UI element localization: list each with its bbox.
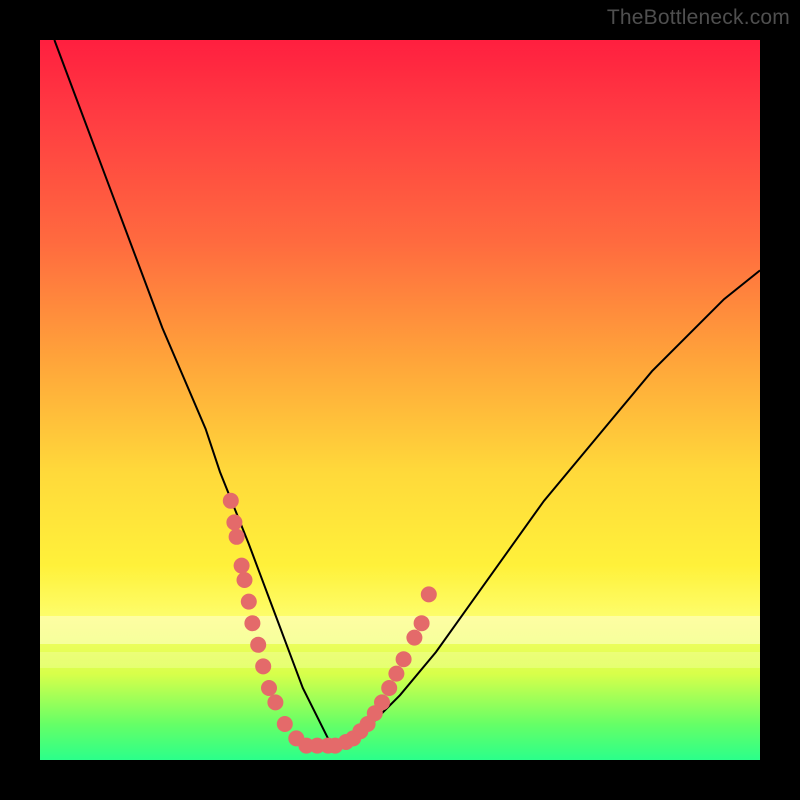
bead-marker bbox=[414, 615, 430, 631]
bead-marker bbox=[277, 716, 293, 732]
bead-marker bbox=[388, 666, 404, 682]
bead-marker bbox=[374, 694, 390, 710]
marker-cluster-left bbox=[223, 493, 343, 754]
watermark-text: TheBottleneck.com bbox=[607, 6, 790, 30]
bead-marker bbox=[226, 514, 242, 530]
bead-marker bbox=[255, 658, 271, 674]
bead-marker bbox=[237, 572, 253, 588]
bead-marker bbox=[229, 529, 245, 545]
bead-marker bbox=[223, 493, 239, 509]
bead-marker bbox=[244, 615, 260, 631]
bead-marker bbox=[421, 586, 437, 602]
bead-marker bbox=[267, 694, 283, 710]
curve-svg bbox=[40, 40, 760, 760]
bead-marker bbox=[396, 651, 412, 667]
bead-marker bbox=[250, 637, 266, 653]
bead-marker bbox=[406, 630, 422, 646]
chart-frame: TheBottleneck.com bbox=[0, 0, 800, 800]
bead-marker bbox=[381, 680, 397, 696]
plot-area bbox=[40, 40, 760, 760]
bead-marker bbox=[234, 558, 250, 574]
bead-marker bbox=[261, 680, 277, 696]
bead-marker bbox=[241, 594, 257, 610]
